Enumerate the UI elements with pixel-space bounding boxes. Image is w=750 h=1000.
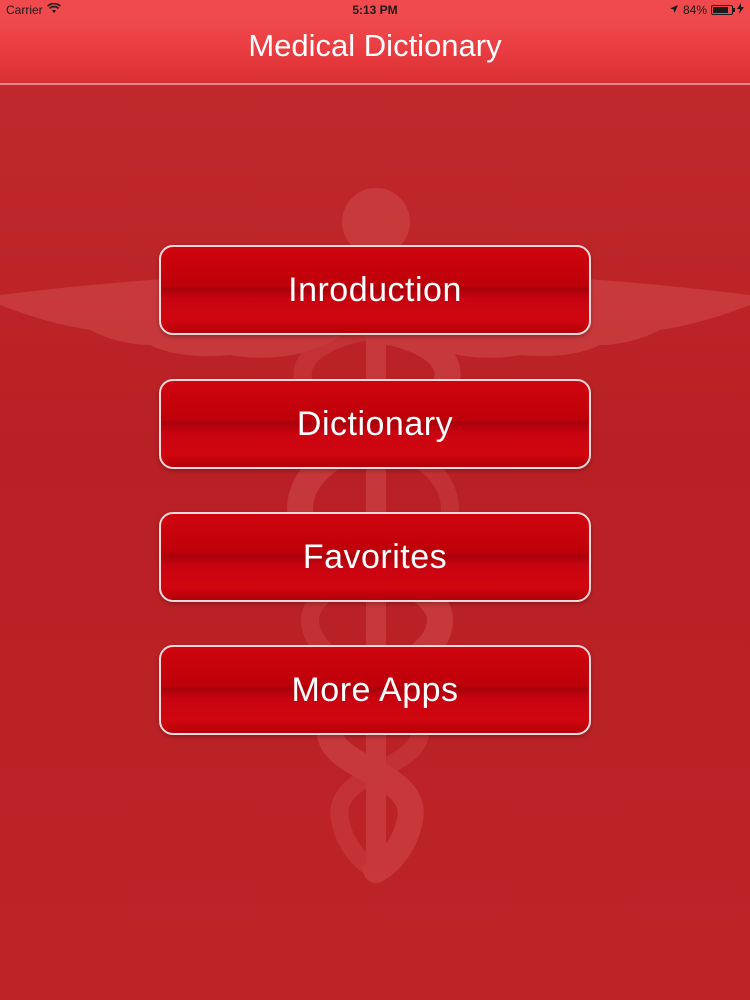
status-time: 5:13 PM xyxy=(352,3,398,17)
page-title: Medical Dictionary xyxy=(248,28,502,63)
navigation-bar: Medical Dictionary xyxy=(0,20,750,85)
more-apps-button-label: More Apps xyxy=(291,670,459,709)
favorites-button[interactable]: Favorites xyxy=(159,512,591,602)
favorites-button-label: Favorites xyxy=(302,537,448,576)
introduction-button-label: Inroduction xyxy=(288,270,462,309)
status-right: 84% xyxy=(669,3,744,17)
more-apps-button[interactable]: More Apps xyxy=(159,645,591,735)
status-bar: Carrier 5:13 PM 84% xyxy=(0,0,750,20)
battery-percent: 84% xyxy=(682,3,707,17)
battery-level xyxy=(713,7,729,13)
dictionary-button[interactable]: Dictionary xyxy=(159,379,591,469)
introduction-button[interactable]: Inroduction xyxy=(159,245,591,335)
location-arrow-icon xyxy=(669,3,679,17)
charging-bolt-icon xyxy=(737,3,744,17)
dictionary-button-label: Dictionary xyxy=(296,404,454,443)
battery-icon xyxy=(711,5,735,15)
